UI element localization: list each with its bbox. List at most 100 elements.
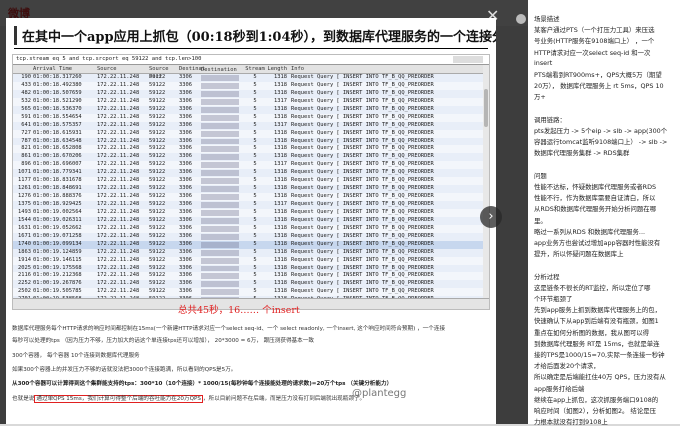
packet-cell: 01:00:19.002564 <box>33 208 82 215</box>
packet-cell: 172.22.11.248 <box>97 137 140 144</box>
packet-row[interactable]: 433 01:00:18.492380 172.22.11.248 59122 3306… <box>13 81 489 90</box>
packet-cell: 3306 <box>179 264 192 271</box>
packet-cell: 01:00:18.492380 <box>33 81 82 88</box>
packet-cell: 01:00:18.507659 <box>33 89 82 96</box>
packet-row[interactable]: 821 01:00:18.652808 172.22.11.248 59122 3306… <box>13 145 489 154</box>
column-header[interactable]: Length <box>267 65 291 73</box>
packet-cell: 01:00:19.267876 <box>33 280 82 287</box>
packet-cell: 1318 <box>274 145 287 152</box>
post-text-line: 略过一系列从RDS 和数据库代理服务... <box>534 227 646 236</box>
packet-cell: 01:00:18.652808 <box>33 145 82 152</box>
packet-cell: 3306 <box>179 288 192 295</box>
column-header[interactable]: Destinat <box>179 65 205 73</box>
packet-cell: 5 <box>253 185 257 192</box>
packet-cell: 01:00:18.575357 <box>33 121 82 128</box>
packet-row[interactable]: 1276 01:00:18.888376 172.22.11.248 59122 330… <box>13 193 489 201</box>
packet-row[interactable]: 1671 01:00:19.071258 172.22.11.248 59122 330… <box>13 232 489 241</box>
packet-cell: 3306 <box>179 232 192 239</box>
packet-row[interactable]: 2025 01:00:19.175568 172.22.11.248 59122 330… <box>13 264 489 273</box>
packet-cell: 3306 <box>179 137 192 144</box>
packet-cell: Request Query [ INSERT INTO TF_B_QQ_PREO… <box>291 208 434 215</box>
packet-row[interactable]: 1177 01:00:18.831678 172.22.11.248 59122 330… <box>13 177 489 186</box>
packet-cell: 59122 <box>149 129 166 136</box>
packet-row[interactable]: 641 01:00:18.575357 172.22.11.248 59122 3306… <box>13 121 489 130</box>
redacted-destination <box>201 154 239 161</box>
packet-cell: 1318 <box>274 169 287 176</box>
packet-row[interactable]: 2252 01:00:19.267876 172.22.11.248 59122 330… <box>13 280 489 289</box>
post-text-line: 快速确认下从app到后端有没有瓶颈，如图1 <box>534 317 659 326</box>
packet-row[interactable]: 1375 01:00:18.929425 172.22.11.248 59122 330… <box>13 201 489 209</box>
packet-cell: 01:00:18.317260 <box>33 74 82 80</box>
conclusion-prefix: 也就是说 <box>12 396 35 402</box>
packet-row[interactable]: 190 01:00:18.317260 172.22.11.248 59122 3306… <box>13 74 489 82</box>
packet-row[interactable]: 1071 01:00:18.779341 172.22.11.248 59122 330… <box>13 169 489 178</box>
packet-cell: Request Query [ INSERT INTO TF_B_QQ_PREO… <box>291 153 434 160</box>
packet-cell: 01:00:18.521290 <box>33 97 82 104</box>
packet-cell: 5 <box>253 201 257 207</box>
packet-row[interactable]: 787 01:00:18.634548 172.22.11.248 59122 3306… <box>13 137 489 146</box>
redacted-destination <box>201 241 239 248</box>
packet-row[interactable]: 565 01:00:18.536370 172.22.11.248 59122 3306… <box>13 105 489 114</box>
packet-cell: 5 <box>253 121 257 128</box>
packet-cell: 591 <box>21 113 31 120</box>
packet-cell: 1317 <box>274 161 287 168</box>
next-image-button[interactable]: › <box>480 206 502 228</box>
packet-cell: Request Query [ INSERT INTO TF_B_QQ_PREO… <box>291 193 434 200</box>
packet-cell: 3306 <box>179 113 192 120</box>
packet-cell: 3306 <box>179 272 192 279</box>
packet-row[interactable]: 2502 01:00:19.505785 172.22.11.248 59122 330… <box>13 288 489 297</box>
packet-list-scrollbar <box>483 65 489 299</box>
packet-cell: 5 <box>253 113 257 120</box>
packet-row[interactable]: 1740 01:00:19.099134 172.22.11.248 59122 330… <box>13 240 489 249</box>
column-header[interactable]: Stream <box>243 65 267 73</box>
column-header[interactable]: Source <box>97 65 149 73</box>
packet-row[interactable]: 1863 01:00:19.124859 172.22.11.248 59122 330… <box>13 248 489 257</box>
packet-cell: Request Query [ INSERT INTO TF_B_QQ_PREO… <box>291 224 434 231</box>
packet-cell: 821 <box>21 145 31 152</box>
post-text-line: pts发起压力 -> 5个eip -> slb -> app(300个 <box>534 127 668 135</box>
packet-cell: 172.22.11.248 <box>97 185 140 192</box>
packet-row[interactable]: 1261 01:00:18.848691 172.22.11.248 59122 330… <box>13 185 489 194</box>
post-text-line: 才给后面发20个请求， <box>534 362 600 371</box>
title-divider <box>14 48 488 49</box>
redacted-destination <box>201 162 239 169</box>
packet-row[interactable]: 1544 01:00:19.026311 172.22.11.248 59122 330… <box>13 216 489 225</box>
packet-cell: 1375 <box>18 201 31 207</box>
packet-cell: 3306 <box>179 216 192 223</box>
packet-cell: 5 <box>253 272 257 279</box>
packet-cell: 01:00:19.071258 <box>33 232 82 239</box>
packet-cell: 1318 <box>274 280 287 287</box>
packet-row[interactable]: 532 01:00:18.521290 172.22.11.248 59122 3306… <box>13 97 489 106</box>
packet-cell: 2025 <box>18 264 31 271</box>
column-header[interactable]: Info <box>291 65 489 73</box>
packet-cell: 59122 <box>149 240 166 247</box>
post-text-line: 到数据库代理服务 RT是 15ms，也就是单连 <box>534 339 660 348</box>
packet-row[interactable]: 861 01:00:18.670206 172.22.11.248 59122 3306… <box>13 153 489 162</box>
packet-row[interactable]: 1631 01:00:19.052662 172.22.11.248 59122 330… <box>13 224 489 233</box>
packet-row[interactable]: 1914 01:00:19.146115 172.22.11.248 59122 330… <box>13 256 489 265</box>
slide-title: 在其中一个app应用上抓包（00:18秒到1:04秒），到数据库代理服务的一个连… <box>14 26 496 45</box>
column-header[interactable]: Source Port <box>149 65 179 80</box>
post-text-line: 号业务(HTTP服务在9108端口上） ，一个 <box>534 37 655 46</box>
packet-cell: 59122 <box>149 208 166 215</box>
packet-row[interactable]: 896 01:00:18.696007 172.22.11.248 59122 3306… <box>13 161 489 170</box>
packet-row[interactable]: 727 01:00:18.615931 172.22.11.248 59122 3306… <box>13 129 489 138</box>
packet-cell: 3306 <box>179 145 192 152</box>
packet-cell: 1318 <box>274 288 287 295</box>
analysis-text-5: 从300个容器可以计算得到这个集群能支持的tps：300*10（10个连接）* … <box>12 381 393 387</box>
packet-cell: 172.22.11.248 <box>97 105 140 112</box>
packet-row[interactable]: 482 01:00:18.507659 172.22.11.248 59122 3306… <box>13 89 489 98</box>
packet-cell: 1318 <box>274 185 287 192</box>
display-filter: tcp.stream eq 5 and tcp.srcport eq 59122… <box>13 55 489 65</box>
column-header[interactable]: Arrival Time <box>33 65 97 73</box>
packet-row[interactable]: 2116 01:00:19.212368 172.22.11.248 59122 330… <box>13 272 489 281</box>
packet-cell: 1914 <box>18 256 31 263</box>
column-header[interactable] <box>13 65 33 73</box>
packet-row[interactable]: 1493 01:00:19.002564 172.22.11.248 59122 330… <box>13 208 489 217</box>
column-header[interactable]: Destination <box>201 66 239 73</box>
packet-cell: 172.22.11.248 <box>97 121 140 128</box>
packet-cell: Request Query [ INSERT INTO TF_B_QQ_PREO… <box>291 272 434 279</box>
packet-cell: 172.22.11.248 <box>97 232 140 239</box>
packet-row[interactable]: 591 01:00:18.554654 172.22.11.248 59122 3306… <box>13 113 489 122</box>
packet-cell: 172.22.11.248 <box>97 193 140 200</box>
